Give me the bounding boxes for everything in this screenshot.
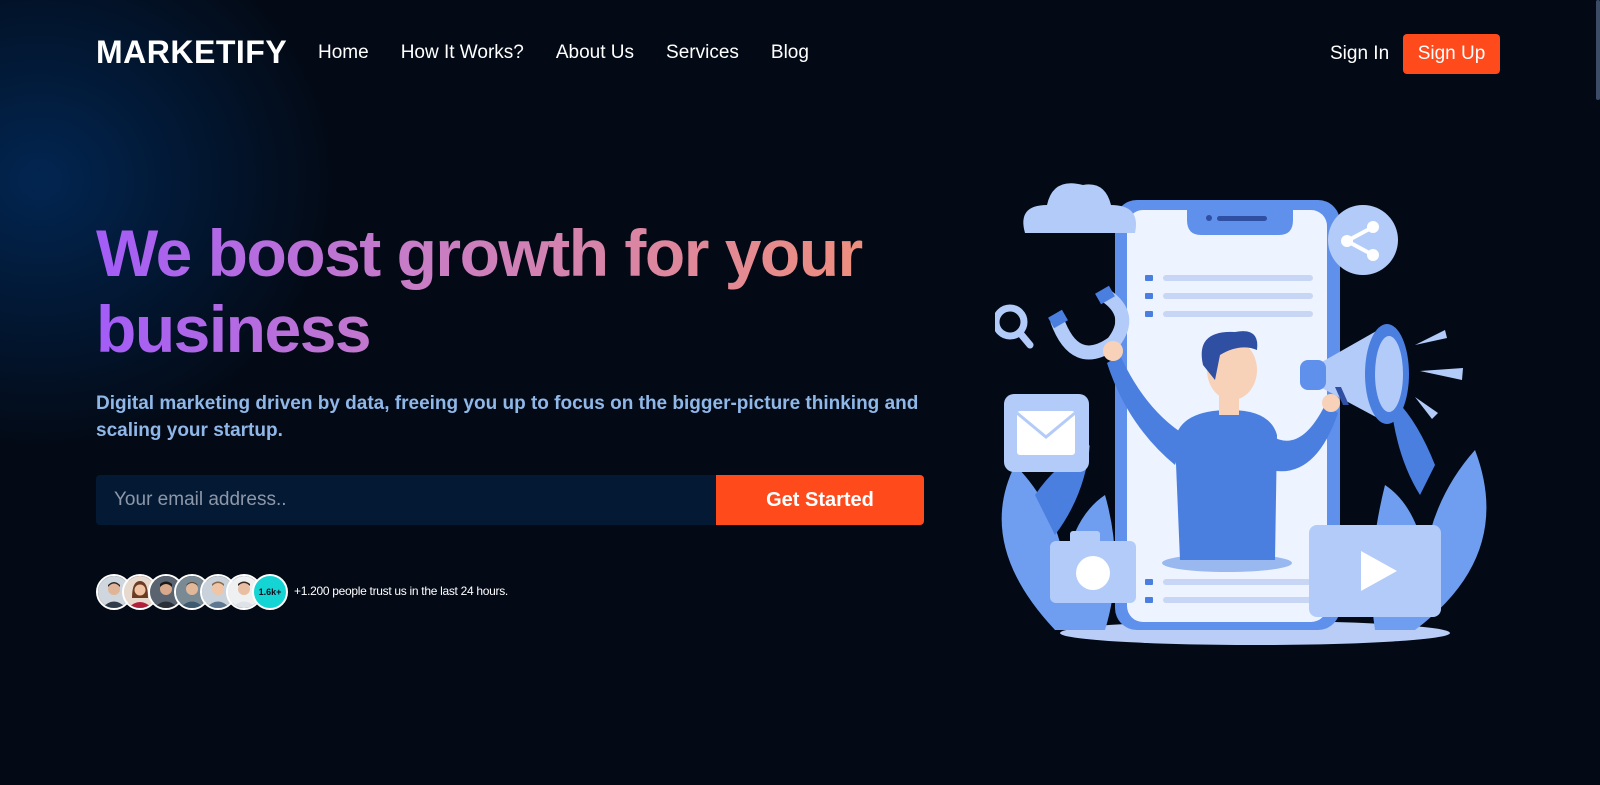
hero-subtitle: Digital marketing driven by data, freein… xyxy=(96,393,919,441)
mail-icon xyxy=(1004,394,1089,472)
sign-up-button[interactable]: Sign Up xyxy=(1403,34,1500,74)
marketing-illustration xyxy=(995,183,1487,645)
camera-icon xyxy=(1050,531,1136,603)
nav-blog-link[interactable]: Blog xyxy=(771,42,809,64)
user-avatars: 1.6k+ xyxy=(96,574,288,610)
nav-how-it-works-link[interactable]: How It Works? xyxy=(401,42,524,64)
hero-headline: We boost growth for your business xyxy=(96,215,876,367)
search-icon xyxy=(995,304,1034,349)
trust-text: +1.200 people trust us in the last 24 ho… xyxy=(294,584,508,598)
user-count-badge: 1.6k+ xyxy=(252,574,288,610)
share-icon xyxy=(1328,205,1398,275)
get-started-button[interactable]: Get Started xyxy=(716,475,924,525)
email-field-container xyxy=(96,475,716,525)
main-menu: Home How It Works? About Us Services Blo… xyxy=(318,42,809,64)
nav-home-link[interactable]: Home xyxy=(318,42,369,64)
nav-services-link[interactable]: Services xyxy=(666,42,739,64)
brand-logo[interactable]: MARKETIFY xyxy=(96,34,287,71)
email-input[interactable] xyxy=(96,475,716,525)
play-icon xyxy=(1309,525,1441,617)
top-navbar: MARKETIFY Home How It Works? About Us Se… xyxy=(0,0,1600,110)
sign-in-link[interactable]: Sign In xyxy=(1330,43,1389,65)
nav-about-us-link[interactable]: About Us xyxy=(556,42,634,64)
cloud-icon xyxy=(1023,183,1136,233)
